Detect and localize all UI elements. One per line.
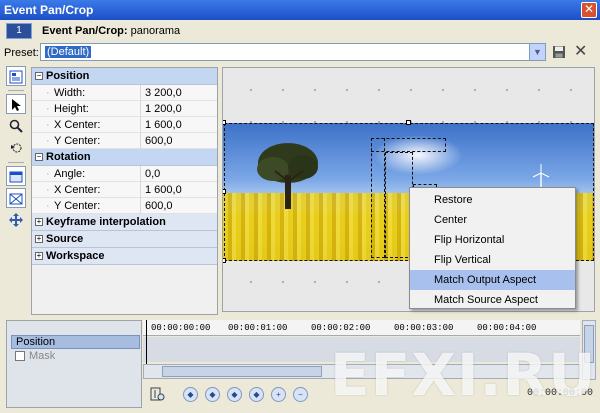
- section-label: Workspace: [46, 250, 105, 262]
- watermark: EFXI.RU: [330, 341, 597, 409]
- property-row[interactable]: · X Center: 1 600,0: [32, 117, 217, 133]
- event-label: Event Pan/Crop:: [42, 25, 128, 37]
- menu-item-flip-vertical[interactable]: Flip Vertical: [410, 250, 575, 270]
- context-menu: Restore Center Flip Horizontal Flip Vert…: [409, 187, 576, 309]
- zoom-tool-icon[interactable]: [6, 116, 26, 136]
- preset-value: (Default): [45, 46, 92, 58]
- property-value[interactable]: 600,0: [140, 198, 217, 214]
- lock-aspect-ratio-icon[interactable]: [6, 188, 26, 208]
- scrollbar-thumb[interactable]: [162, 366, 322, 377]
- expand-icon[interactable]: +: [35, 235, 43, 243]
- title-bar[interactable]: Event Pan/Crop ✕: [0, 0, 600, 20]
- menu-item-flip-horizontal[interactable]: Flip Horizontal: [410, 230, 575, 250]
- preset-row: Preset: (Default) ▼ ✕: [0, 42, 600, 64]
- properties-empty-area: [32, 265, 217, 314]
- enable-rotation-icon[interactable]: [6, 138, 26, 158]
- property-row[interactable]: · X Center: 1 600,0: [32, 182, 217, 198]
- track-mask-label: Mask: [29, 350, 56, 362]
- add-keyframe-icon[interactable]: +: [271, 387, 286, 402]
- move-freely-icon[interactable]: [6, 210, 26, 230]
- property-value[interactable]: 600,0: [140, 133, 217, 149]
- section-workspace[interactable]: + Workspace: [32, 248, 217, 265]
- last-keyframe-icon[interactable]: ◆: [249, 387, 264, 402]
- ruler-tick: 00:00:00:00: [151, 323, 211, 333]
- track-position[interactable]: Position: [11, 335, 140, 349]
- timeline-track-list: Position Mask: [6, 320, 142, 408]
- menu-item-restore[interactable]: Restore: [410, 190, 575, 210]
- track-mask[interactable]: Mask: [11, 350, 140, 363]
- collapse-icon[interactable]: −: [35, 153, 43, 161]
- ruler-tick: 00:00:02:00: [311, 323, 371, 333]
- menu-item-match-output-aspect[interactable]: Match Output Aspect: [410, 270, 575, 290]
- section-rotation[interactable]: − Rotation: [32, 149, 217, 166]
- expand-icon[interactable]: +: [35, 252, 43, 260]
- snap-to-grid-icon[interactable]: [6, 166, 26, 186]
- first-keyframe-icon[interactable]: ◆: [183, 387, 198, 402]
- window-title: Event Pan/Crop: [4, 3, 94, 17]
- aspect-guide-left: [371, 138, 385, 258]
- property-row[interactable]: · Y Center: 600,0: [32, 198, 217, 214]
- tool-bar: [6, 66, 28, 316]
- property-row[interactable]: · Y Center: 600,0: [32, 133, 217, 149]
- ruler-tick: 00:00:01:00: [228, 323, 288, 333]
- event-name: panorama: [130, 25, 181, 37]
- crop-handle-top[interactable]: [406, 120, 411, 125]
- event-title: Event Pan/Crop: panorama: [42, 25, 180, 37]
- timeline-ruler[interactable]: 00:00:00:00 00:00:01:00 00:00:02:00 00:0…: [143, 320, 580, 336]
- section-label: Keyframe interpolation: [46, 216, 166, 228]
- event-header: 1 Event Pan/Crop: panorama: [0, 20, 600, 42]
- close-icon[interactable]: ✕: [581, 2, 597, 18]
- mask-checkbox[interactable]: [15, 351, 25, 361]
- save-icon[interactable]: [552, 45, 566, 59]
- section-source[interactable]: + Source: [32, 231, 217, 248]
- sync-cursor-icon[interactable]: [149, 386, 165, 402]
- playhead[interactable]: [146, 320, 147, 364]
- normal-edit-tool-icon[interactable]: [6, 94, 26, 114]
- properties-panel: − Position · Width: 3 200,0 · Height: 1 200,…: [31, 67, 218, 315]
- section-label: Source: [46, 233, 84, 245]
- delete-keyframe-icon[interactable]: −: [293, 387, 308, 402]
- property-value[interactable]: 0,0: [140, 166, 217, 182]
- show-properties-icon[interactable]: [6, 66, 26, 86]
- property-value[interactable]: 1 600,0: [140, 117, 217, 133]
- property-row[interactable]: · Height: 1 200,0: [32, 101, 217, 117]
- menu-item-match-source-aspect[interactable]: Match Source Aspect: [410, 290, 575, 310]
- toolbar-divider: [8, 90, 24, 91]
- section-label: Position: [46, 70, 90, 82]
- ruler-tick: 00:00:03:00: [394, 323, 454, 333]
- chevron-down-icon[interactable]: ▼: [529, 44, 545, 60]
- expand-icon[interactable]: +: [35, 218, 43, 226]
- preset-label: Preset:: [4, 47, 39, 59]
- property-value[interactable]: 1 600,0: [140, 182, 217, 198]
- delete-icon[interactable]: ✕: [574, 43, 587, 61]
- ruler-tick: 00:00:04:00: [477, 323, 537, 333]
- next-keyframe-icon[interactable]: ◆: [227, 387, 242, 402]
- property-row[interactable]: · Width: 3 200,0: [32, 85, 217, 101]
- toolbar-divider: [8, 162, 24, 163]
- section-position[interactable]: − Position: [32, 68, 217, 85]
- property-row[interactable]: · Angle: 0,0: [32, 166, 217, 182]
- crop-handle-bottom-left[interactable]: [223, 258, 226, 263]
- preset-dropdown[interactable]: (Default) ▼: [40, 43, 546, 61]
- section-keyframe-interpolation[interactable]: + Keyframe interpolation: [32, 214, 217, 231]
- pan-crop-window: Event Pan/Crop ✕ 1 Event Pan/Crop: panor…: [0, 0, 600, 413]
- property-value[interactable]: 1 200,0: [140, 101, 217, 117]
- crop-handle-left[interactable]: [223, 189, 226, 194]
- crop-handle-top-left[interactable]: [223, 120, 226, 125]
- menu-item-center[interactable]: Center: [410, 210, 575, 230]
- property-value[interactable]: 3 200,0: [140, 85, 217, 101]
- track-number-badge: 1: [6, 23, 32, 39]
- collapse-icon[interactable]: −: [35, 72, 43, 80]
- section-label: Rotation: [46, 151, 91, 163]
- previous-keyframe-icon[interactable]: ◆: [205, 387, 220, 402]
